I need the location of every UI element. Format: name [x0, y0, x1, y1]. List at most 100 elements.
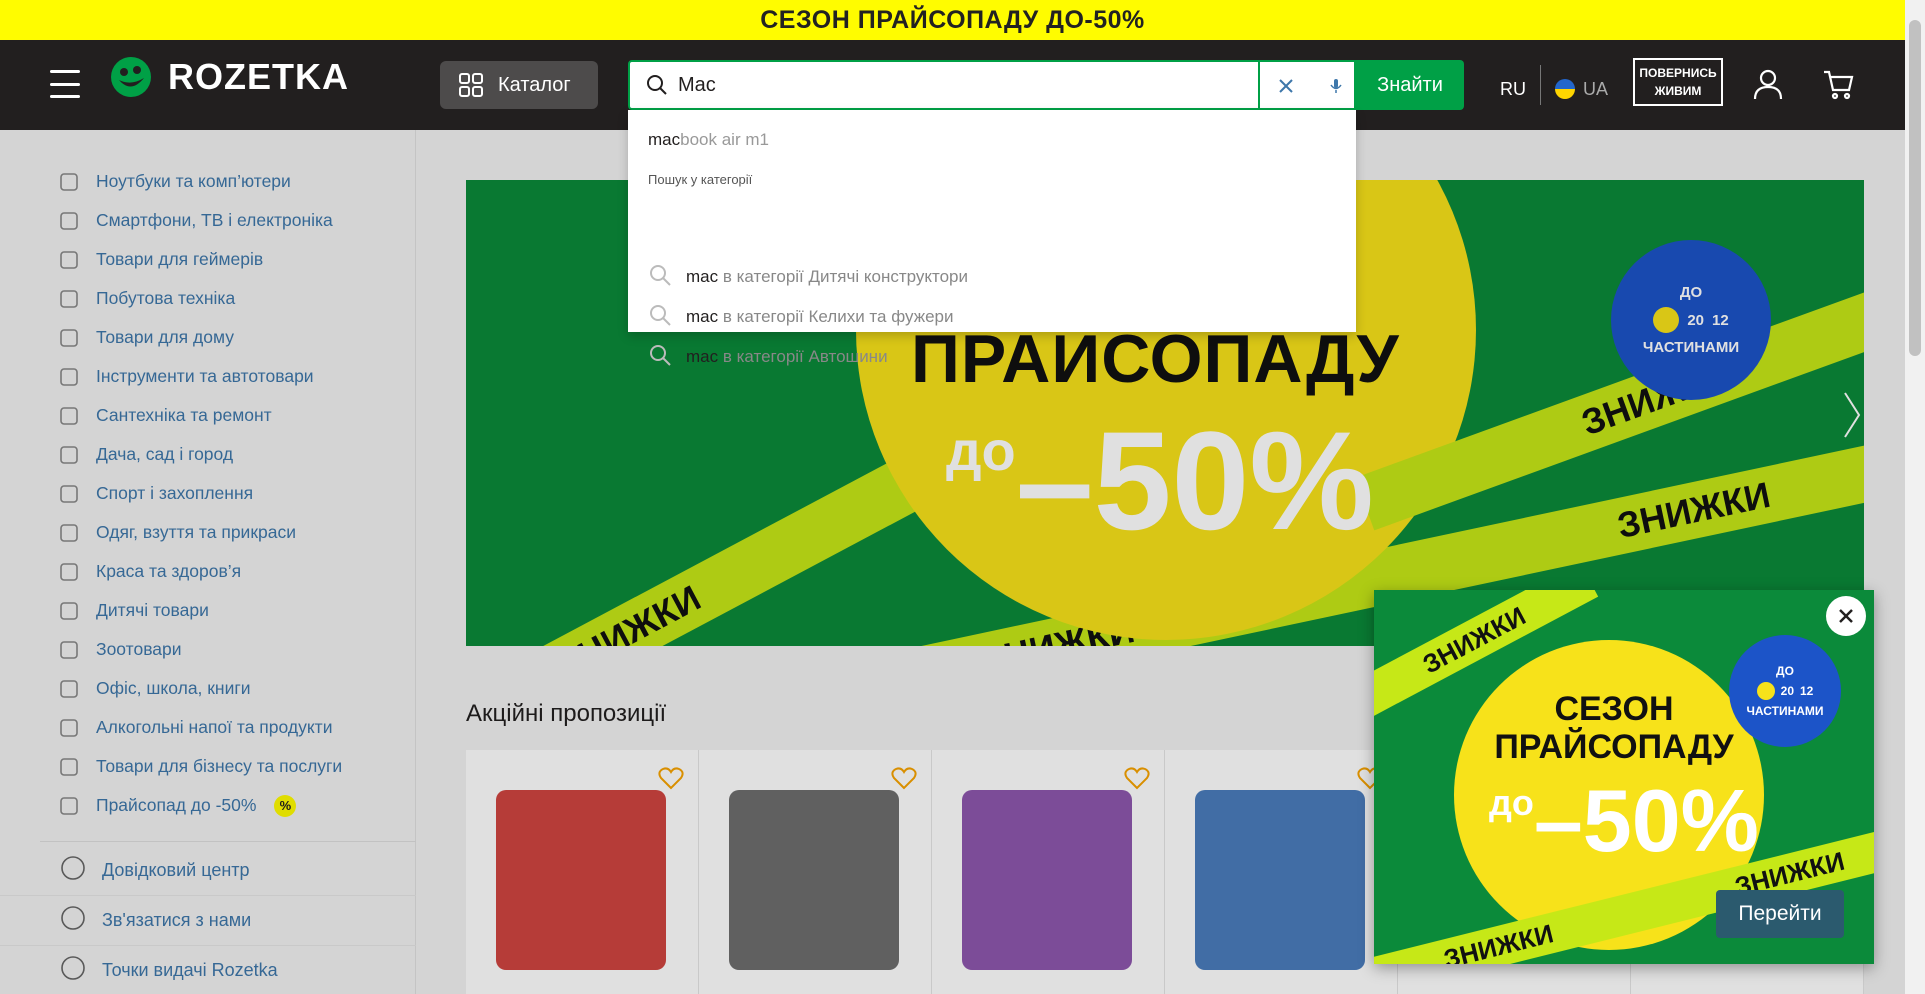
lang-ua[interactable]: UA	[1555, 79, 1608, 100]
chevron-right-icon[interactable]	[1842, 390, 1862, 445]
sidebar-item-label: Алкогольні напої та продукти	[96, 717, 333, 737]
help-list: Довідковий центр Зв'язатися з нами Точки в…	[0, 842, 416, 994]
laptop-icon	[56, 169, 82, 195]
sidebar-item-label: Товари для бізнесу та послуги	[96, 756, 343, 776]
return-alive-line1: ПОВЕРНИСЬ	[1639, 66, 1717, 80]
category-suggestion-match: mac	[686, 347, 719, 366]
sidebar-item-label: Побутова техніка	[96, 288, 236, 308]
washing-machine-icon	[56, 286, 82, 312]
category-suggestion-text: mac в категорії Дитячі конструктори	[686, 267, 968, 287]
catalog-label: Каталог	[498, 73, 571, 96]
sidebar-item[interactable]: Товари для бізнесу та послуги	[0, 747, 415, 786]
scrollbar-thumb[interactable]	[1909, 20, 1921, 356]
product-card[interactable]	[1165, 750, 1398, 994]
cart-icon[interactable]	[1822, 68, 1854, 105]
catalog-button[interactable]: Каталог	[440, 61, 598, 109]
popup-discount: до–50%	[1489, 770, 1759, 872]
promo-strip[interactable]: СЕЗОН ПРАЙСОПАДУ ДО-50%	[0, 0, 1905, 40]
discount-badge: %	[274, 794, 297, 817]
user-icon[interactable]	[1752, 68, 1784, 105]
search-input[interactable]	[678, 70, 1278, 100]
sidebar-item[interactable]: Спорт і захоплення	[0, 474, 415, 513]
sidebar-item[interactable]: Одяг, взуття та прикраси	[0, 513, 415, 552]
popup-discount-prefix: до	[1489, 782, 1534, 823]
drill-icon	[56, 364, 82, 390]
banner-discount: до–50%	[946, 400, 1374, 562]
sidebar-item-label: Товари для дому	[96, 327, 234, 347]
popup-installments-badge: ДО 20 12 ЧАСТИНАМИ	[1729, 635, 1841, 747]
help-item[interactable]: Зв'язатися з нами	[0, 896, 416, 946]
installments-badge: ДО 20 12 ЧАСТИНАМИ	[1611, 240, 1771, 400]
banner-stripe-text: ЗНИЖКИ	[1613, 473, 1774, 547]
suggestion-item[interactable]: macbook air m1	[648, 130, 769, 150]
heart-icon[interactable]	[1124, 766, 1150, 795]
clear-search-icon[interactable]	[1272, 72, 1300, 100]
sidebar-item[interactable]: Краса та здоров’я	[0, 552, 415, 591]
lang-ru[interactable]: RU	[1500, 79, 1526, 100]
sidebar-item[interactable]: Товари для геймерів	[0, 240, 415, 279]
return-alive-logo[interactable]: ПОВЕРНИСЬ ЖИВИМ	[1633, 58, 1723, 106]
sidebar-item-label: Товари для геймерів	[96, 249, 264, 269]
smartphone-icon	[56, 208, 82, 234]
sidebar-item[interactable]: Дача, сад і город	[0, 435, 415, 474]
search-suggestions: macbook air m1 Пошук у категорії mac в к…	[628, 110, 1356, 366]
paw-icon	[56, 637, 82, 663]
help-item[interactable]: Довідковий центр	[0, 846, 416, 896]
lang-ua-label: UA	[1583, 78, 1609, 99]
tshirt-icon	[56, 520, 82, 546]
detergent-icon[interactable]	[962, 790, 1132, 970]
help-item-label: Довідковий центр	[102, 860, 250, 880]
heart-icon[interactable]	[658, 766, 684, 795]
go-button[interactable]: Перейти	[1716, 890, 1844, 938]
microphone-icon[interactable]	[1322, 72, 1350, 100]
paper-plane-icon	[60, 905, 86, 936]
sidebar-item-label: Дитячі товари	[96, 600, 209, 620]
category-suggestion-rest: в категорії Келихи та фужери	[718, 307, 954, 326]
search-divider	[1258, 62, 1260, 108]
menu-icon[interactable]	[50, 70, 80, 98]
sidebar-item-label: Смартфони, ТВ і електроніка	[96, 210, 333, 230]
banner-stripe-text: ЗНИЖКИ	[551, 577, 708, 646]
sidebar-item[interactable]: Побутова техніка	[0, 279, 415, 318]
sidebar-item-label: Ноутбуки та комп’ютери	[96, 171, 291, 191]
help-item[interactable]: Точки видачі Rozetka	[0, 946, 416, 994]
sidebar-item-label: Офіс, школа, книги	[96, 678, 251, 698]
find-button[interactable]: Знайти	[1356, 60, 1464, 110]
category-suggestion-text: mac в категорії Автошини	[686, 347, 888, 367]
category-suggestion-text: mac в категорії Келихи та фужери	[686, 307, 953, 327]
close-icon[interactable]	[1826, 596, 1866, 636]
popup-line2: ПРАЙСОПАДУ	[1494, 728, 1734, 766]
category-suggestion-item[interactable]: mac в категорії Келихи та фужери	[648, 302, 953, 332]
sidebar-item-label: Спорт і захоплення	[96, 483, 254, 503]
coffee-pack-icon[interactable]	[1195, 790, 1365, 970]
sidebar-item[interactable]: Офіс, школа, книги	[0, 669, 415, 708]
installments-numbers: 20 12	[1653, 307, 1729, 333]
pacman-icon	[1756, 682, 1775, 700]
sidebar-item[interactable]: Смартфони, ТВ і електроніка	[0, 201, 415, 240]
sidebar-item[interactable]: Ноутбуки та комп’ютери	[0, 162, 415, 201]
sidebar-item[interactable]: Товари для дому	[0, 318, 415, 357]
logo-text: ROZETKA	[168, 56, 349, 97]
sidebar-item[interactable]: Прайсопад до -50%%	[0, 786, 415, 825]
scrollbar[interactable]	[1905, 0, 1925, 994]
category-suggestion-item[interactable]: mac в категорії Автошини	[648, 342, 888, 372]
ssd-icon[interactable]	[729, 790, 899, 970]
help-item-label: Зв'язатися з нами	[102, 910, 252, 930]
product-card[interactable]	[932, 750, 1165, 994]
search-icon	[648, 263, 672, 292]
sidebar-item-label: Одяг, взуття та прикраси	[96, 522, 296, 542]
sidebar-item-label: Сантехніка та ремонт	[96, 405, 272, 425]
sidebar-item[interactable]: Дитячі товари	[0, 591, 415, 630]
sidebar-item[interactable]: Алкогольні напої та продукти	[0, 708, 415, 747]
popup-installments-n2: 12	[1800, 684, 1814, 698]
sidebar-item[interactable]: Зоотовари	[0, 630, 415, 669]
product-card[interactable]	[466, 750, 699, 994]
heart-icon[interactable]	[891, 766, 917, 795]
coffee-pack-icon[interactable]	[496, 790, 666, 970]
logo[interactable]: ROZETKA	[110, 56, 349, 98]
sidebar-item[interactable]: Сантехніка та ремонт	[0, 396, 415, 435]
product-card[interactable]	[699, 750, 932, 994]
category-suggestion-item[interactable]: mac в категорії Дитячі конструктори	[648, 262, 968, 292]
popup-installments-upto: ДО	[1776, 664, 1794, 678]
sidebar-item[interactable]: Інструменти та автотовари	[0, 357, 415, 396]
